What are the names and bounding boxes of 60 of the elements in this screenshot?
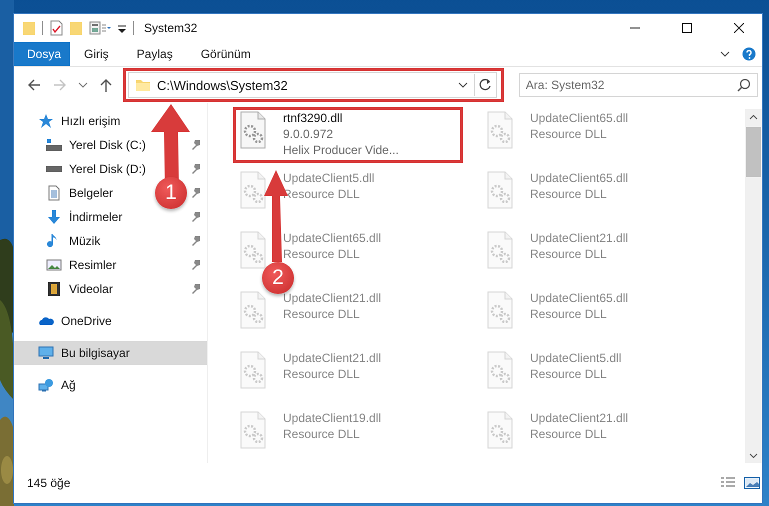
file-description: Resource DLL (530, 307, 607, 321)
sidebar-item[interactable]: Yerel Disk (C:) (69, 138, 146, 152)
chevron-down-icon (720, 49, 730, 59)
help-icon (742, 47, 756, 61)
file-description: Helix Producer Vide... (283, 143, 399, 157)
sidebar-item[interactable]: İndirmeler (69, 210, 122, 224)
search-icon[interactable] (737, 78, 751, 92)
folder-icon (135, 77, 151, 93)
sidebar-item[interactable]: Bu bilgisayar (61, 346, 130, 360)
network-icon (38, 377, 54, 393)
file-description: Resource DLL (283, 247, 360, 261)
file-version: 9.0.0.972 (283, 127, 334, 141)
refresh-icon (478, 78, 492, 92)
computer-icon (38, 345, 54, 361)
image-icon (46, 257, 62, 273)
properties-icon[interactable] (89, 20, 111, 36)
item-count: 145 öğe (27, 476, 72, 490)
drive-icon (46, 137, 62, 153)
sidebar-item[interactable]: Yerel Disk (D:) (69, 162, 146, 176)
sidebar-item[interactable]: Hızlı erişim (61, 114, 120, 128)
chevron-down-icon[interactable] (749, 450, 758, 460)
file-description: Resource DLL (530, 427, 607, 441)
ribbon-tab[interactable]: Dosya (14, 42, 70, 66)
film-icon (46, 281, 62, 297)
file-description: Resource DLL (283, 427, 360, 441)
image-icon (744, 476, 760, 490)
ribbon-tab[interactable]: Görünüm (186, 42, 265, 66)
sidebar-item[interactable]: Ağ (61, 378, 76, 392)
address-path: C:\Windows\System32 (157, 78, 289, 92)
drive-icon (46, 166, 62, 172)
scroll-thumb[interactable] (746, 127, 761, 177)
ribbon-tab[interactable]: Paylaş (122, 42, 187, 66)
chevron-down-icon[interactable] (458, 80, 468, 90)
window-title: System32 (144, 21, 198, 35)
sidebar-item[interactable]: Resimler (69, 258, 116, 272)
sidebar-item[interactable]: Videolar (69, 282, 113, 296)
file-description: Resource DLL (530, 247, 607, 261)
file-description: Resource DLL (283, 367, 360, 381)
file-name[interactable]: rtnf3290.dll (283, 111, 342, 125)
file-description: Resource DLL (530, 367, 607, 381)
sidebar-item[interactable]: Müzik (69, 234, 100, 248)
star-icon (38, 113, 54, 129)
download-arrow-icon (46, 209, 62, 225)
file-description: Resource DLL (283, 307, 360, 321)
sidebar-item[interactable]: Belgeler (69, 186, 114, 200)
file-description: Resource DLL (530, 127, 607, 141)
large-icons-view-button[interactable] (742, 474, 762, 492)
maximize-icon (682, 23, 692, 33)
up-arrow-icon (98, 77, 114, 93)
checklist-icon[interactable] (49, 20, 63, 36)
ribbon-tab[interactable]: Giriş (70, 42, 123, 66)
file-description: Resource DLL (530, 187, 607, 201)
forward-arrow-icon (52, 77, 68, 93)
back-arrow-icon (26, 77, 42, 93)
document-icon (46, 185, 62, 201)
close-icon (734, 23, 744, 33)
search-field[interactable]: Ara: System32 (518, 73, 758, 97)
sidebar-item[interactable]: OneDrive (61, 314, 112, 328)
chevron-up-icon[interactable] (749, 112, 758, 122)
scrollbar[interactable] (745, 109, 762, 463)
